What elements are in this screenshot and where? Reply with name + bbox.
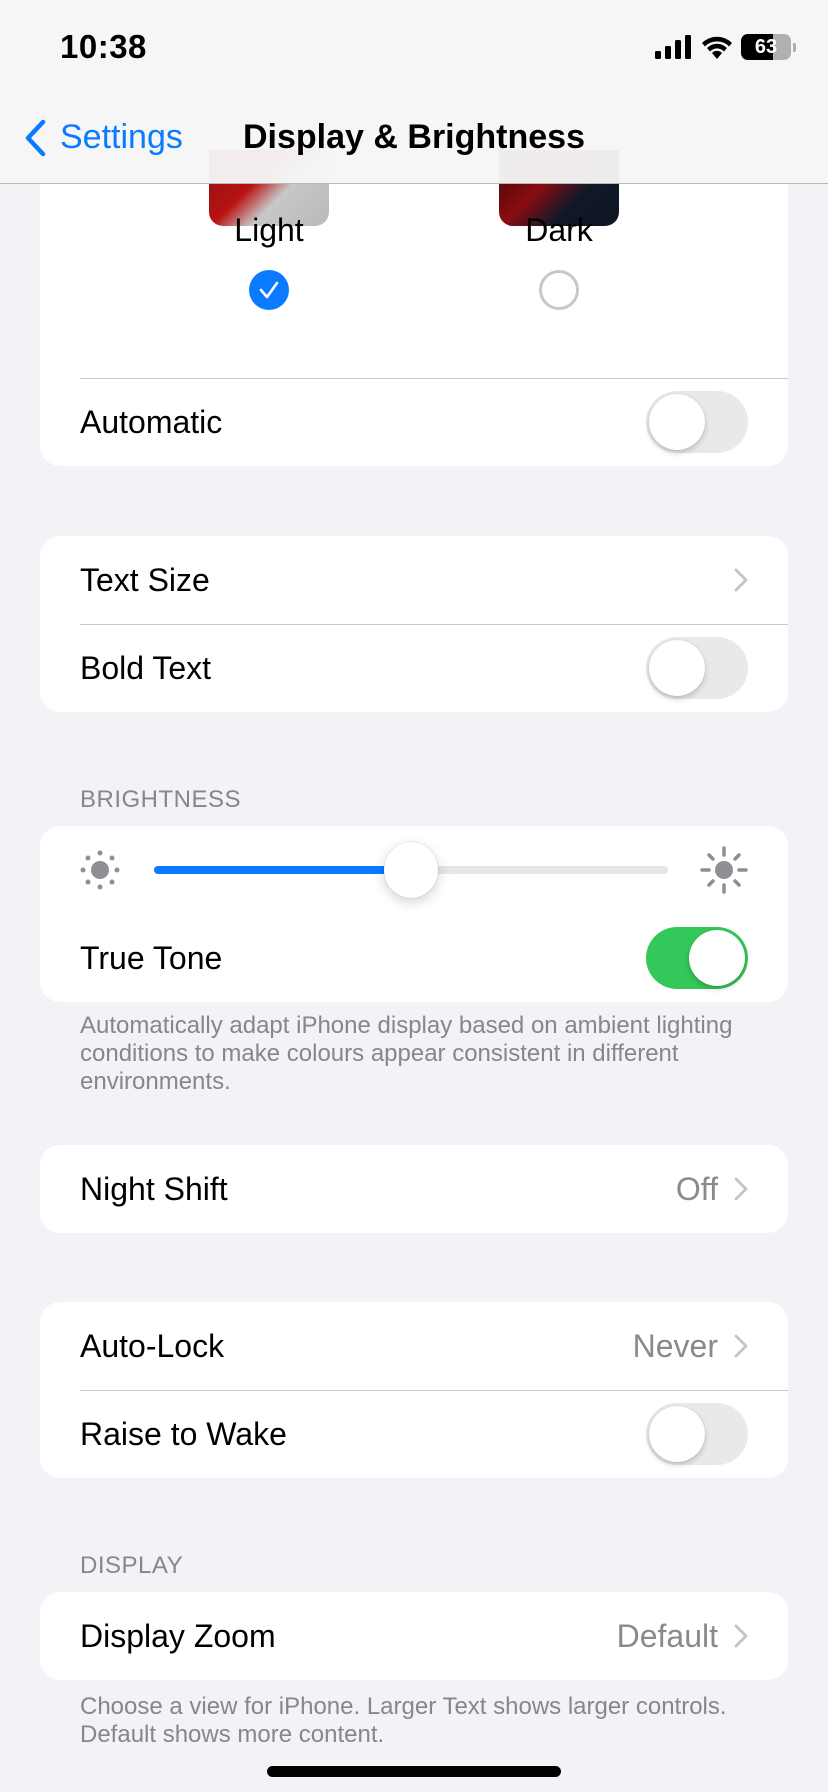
status-bar: 10:38 63: [0, 0, 828, 100]
night-shift-label: Night Shift: [80, 1170, 228, 1207]
bold-text-row: Bold Text: [40, 624, 788, 712]
dark-mode-radio[interactable]: [539, 270, 579, 310]
automatic-row: Automatic: [40, 378, 788, 466]
text-settings-card: Text Size Bold Text: [40, 536, 788, 712]
brightness-slider-fill: [154, 866, 411, 874]
raise-to-wake-label: Raise to Wake: [80, 1415, 287, 1452]
brightness-card: True Tone: [40, 826, 788, 1002]
sun-min-icon: [80, 850, 120, 890]
toggle-knob: [689, 930, 745, 986]
text-size-label: Text Size: [80, 561, 210, 598]
automatic-label: Automatic: [80, 403, 223, 440]
display-zoom-value: Default: [616, 1617, 718, 1654]
true-tone-toggle[interactable]: [646, 927, 748, 989]
sun-max-icon: [700, 846, 748, 894]
display-section-header: DISPLAY: [80, 1552, 184, 1579]
auto-lock-label: Auto-Lock: [80, 1327, 225, 1364]
brightness-slider-row: [40, 826, 788, 914]
toggle-knob: [649, 394, 705, 450]
page-title: Display & Brightness: [0, 118, 828, 157]
wifi-icon: [702, 36, 732, 59]
lock-settings-card: Auto-Lock Never Raise to Wake: [40, 1302, 788, 1478]
text-size-row[interactable]: Text Size: [40, 536, 788, 624]
dark-mode-label: Dark: [525, 212, 593, 248]
display-zoom-row[interactable]: Display Zoom Default: [40, 1592, 788, 1680]
display-zoom-footer: Choose a view for iPhone. Larger Text sh…: [80, 1693, 727, 1748]
raise-to-wake-row: Raise to Wake: [40, 1390, 788, 1478]
true-tone-footer: Automatically adapt iPhone display based…: [80, 1012, 733, 1095]
display-zoom-card: Display Zoom Default: [40, 1592, 788, 1680]
cellular-signal-icon: [655, 35, 691, 59]
home-indicator[interactable]: [267, 1766, 561, 1777]
automatic-toggle[interactable]: [646, 391, 748, 453]
toggle-knob: [649, 1406, 705, 1462]
brightness-slider[interactable]: [154, 842, 668, 898]
true-tone-row: True Tone: [40, 914, 788, 1002]
light-mode-label: Light: [234, 212, 304, 248]
light-mode-radio[interactable]: [249, 270, 289, 310]
chevron-right-icon: [734, 1624, 748, 1648]
checkmark-icon: [259, 281, 279, 299]
chevron-right-icon: [734, 1177, 748, 1201]
battery-icon: 63: [741, 34, 791, 60]
page-title-text: Display & Brightness: [243, 118, 585, 156]
battery-tip: [793, 42, 796, 52]
toggle-knob: [649, 640, 705, 696]
appearance-card: Light Dark Automatic: [40, 150, 788, 466]
true-tone-label: True Tone: [80, 939, 223, 976]
night-shift-card: Night Shift Off: [40, 1145, 788, 1233]
brightness-slider-thumb[interactable]: [384, 842, 438, 898]
status-icons: 63: [655, 34, 796, 60]
status-time: 10:38: [60, 28, 147, 65]
raise-to-wake-toggle[interactable]: [646, 1403, 748, 1465]
battery-percentage: 63: [754, 35, 778, 58]
chevron-right-icon: [734, 568, 748, 592]
brightness-section-header: BRIGHTNESS: [80, 786, 242, 813]
chevron-right-icon: [734, 1334, 748, 1358]
night-shift-value: Off: [675, 1170, 718, 1207]
bold-text-toggle[interactable]: [646, 637, 748, 699]
display-zoom-label: Display Zoom: [80, 1617, 276, 1654]
night-shift-row[interactable]: Night Shift Off: [40, 1145, 788, 1233]
auto-lock-row[interactable]: Auto-Lock Never: [40, 1302, 788, 1390]
bold-text-label: Bold Text: [80, 649, 212, 686]
auto-lock-value: Never: [632, 1327, 718, 1364]
